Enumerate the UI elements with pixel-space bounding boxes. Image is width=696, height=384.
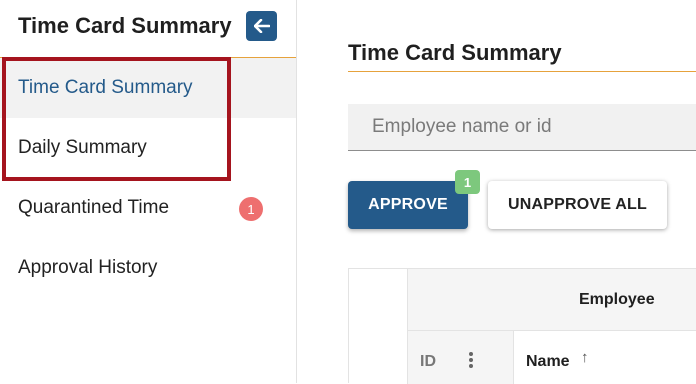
more-vertical-icon[interactable] [468, 351, 474, 370]
unapprove-all-button[interactable]: UNAPPROVE ALL [488, 181, 667, 229]
column-group-label: Employee [579, 291, 655, 308]
sidebar-title: Time Card Summary [18, 13, 232, 38]
column-header-label: ID [420, 353, 436, 370]
sidebar-item-label: Daily Summary [18, 137, 147, 158]
column-header-name[interactable]: Name ↑ [513, 331, 696, 384]
column-group-header: Employee [407, 269, 696, 331]
column-header-id[interactable]: ID [407, 331, 513, 384]
title-divider [348, 71, 696, 72]
quarantined-count-badge: 1 [239, 197, 263, 221]
sidebar-item-label: Time Card Summary [18, 77, 193, 98]
approve-button[interactable]: APPROVE [348, 181, 468, 229]
sidebar-header: Time Card Summary [0, 0, 296, 58]
page-title: Time Card Summary [348, 40, 562, 65]
sidebar-item-daily-summary[interactable]: Daily Summary [0, 118, 296, 178]
employee-table: Employee ID Name ↑ [348, 268, 696, 384]
sidebar-item-label: Approval History [18, 257, 158, 278]
collapse-sidebar-button[interactable] [246, 11, 277, 41]
sidebar-item-approval-history[interactable]: Approval History [0, 238, 296, 298]
approve-count-badge: 1 [455, 170, 480, 194]
sidebar-item-label: Quarantined Time [18, 197, 170, 218]
table-row-selector-column [349, 269, 407, 384]
column-header-label: Name [526, 353, 570, 370]
arrow-left-icon [253, 19, 270, 33]
sort-ascending-icon[interactable]: ↑ [581, 349, 589, 366]
search-field[interactable] [348, 104, 696, 151]
search-input[interactable] [370, 115, 694, 139]
sidebar-item-time-card-summary[interactable]: Time Card Summary [0, 58, 296, 118]
sidebar: Time Card Summary Time Card Summary Dail… [0, 0, 297, 383]
